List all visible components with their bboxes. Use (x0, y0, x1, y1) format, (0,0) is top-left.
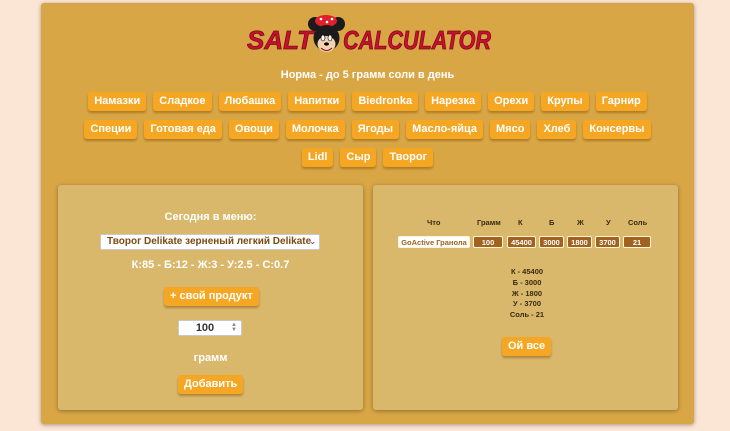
product-select-value: Творог Delikate зерненый легкий Delikate (107, 236, 312, 247)
row-fat: 1800 (567, 236, 592, 248)
header-salt: Соль (628, 218, 648, 227)
header-protein: Б (549, 218, 555, 227)
summary-panel: Что Грамм К Б Ж У Соль GoActive Гранола … (373, 185, 678, 410)
category-button-lyubashka[interactable]: Любашка (218, 92, 282, 111)
total-protein: Б - 3000 (512, 277, 542, 287)
logo-text-calculator: CALCULATOR (343, 25, 491, 55)
chevron-down-icon: ⌄ (309, 237, 316, 246)
category-button-molochka[interactable]: Молочка (285, 120, 345, 139)
category-button-konservy[interactable]: Консервы (583, 120, 651, 139)
row-kcal: 45400 (507, 236, 536, 248)
salt-norm-text: Норма - до 5 грамм соли в день (280, 69, 455, 81)
category-buttons: Намазки Сладкое Любашка Напитки Biedronk… (69, 92, 666, 176)
header-gram: Грамм (477, 218, 501, 227)
totals-list: К - 45400 Б - 3000 Ж - 1800 У - 3700 Сол… (497, 267, 557, 321)
category-button-krupy[interactable]: Крупы (541, 92, 589, 111)
total-carbs: У - 3700 (512, 299, 541, 309)
row-salt: 21 (623, 236, 651, 248)
add-own-product-button[interactable]: + свой продукт (164, 287, 259, 306)
logo-text-salt: SALT (247, 25, 315, 55)
category-row: Специи Готовая еда Овощи Молочка Ягоды М… (69, 120, 666, 139)
row-protein: 3000 (539, 236, 564, 248)
category-button-maslo-yaica[interactable]: Масло-яйца (406, 120, 484, 139)
category-button-lidl[interactable]: Lidl (301, 148, 334, 167)
category-button-biedronka[interactable]: Biedronka (352, 92, 419, 111)
category-button-ovoshchi[interactable]: Овощи (228, 120, 279, 139)
today-menu-label: Сегодня в меню: (164, 211, 257, 223)
category-button-myaso[interactable]: Мясо (490, 120, 531, 139)
header-fat: Ж (577, 218, 584, 227)
header-carbs: У (606, 218, 611, 227)
unit-label: грамм (193, 352, 228, 364)
category-button-namazki[interactable]: Намазки (88, 92, 147, 111)
category-button-narezka[interactable]: Нарезка (425, 92, 482, 111)
category-button-orehi[interactable]: Орехи (488, 92, 535, 111)
category-button-hleb[interactable]: Хлеб (537, 120, 577, 139)
category-button-specii[interactable]: Специи (84, 120, 138, 139)
row-gram: 100 (473, 236, 503, 248)
category-button-gotovaya-eda[interactable]: Готовая еда (144, 120, 222, 139)
menu-panel: Сегодня в меню: Творог Delikate зерненый… (58, 185, 363, 410)
total-fat: Ж - 1800 (511, 288, 543, 298)
total-kcal: К - 45400 (510, 267, 544, 276)
header-what: Что (427, 218, 441, 227)
row-product-name: GoActive Гранола (398, 236, 470, 248)
category-button-garnir[interactable]: Гарнир (595, 92, 647, 111)
oy-vse-button[interactable]: Ой все (502, 337, 552, 356)
category-button-tvorog[interactable]: Творог (383, 148, 434, 167)
category-button-sladkoe[interactable]: Сладкое (153, 92, 212, 111)
row-carbs: 3700 (595, 236, 620, 248)
category-row: Lidl Сыр Творог (69, 148, 666, 167)
spinner-arrows-icon[interactable]: ▲ ▼ (231, 322, 239, 333)
quantity-input[interactable]: 100 ▲ ▼ (178, 320, 242, 336)
quantity-value: 100 (195, 322, 215, 334)
salt-calculator-logo: SALT CALCULATOR (247, 15, 492, 55)
mouse-with-polka-dot-bow-icon (308, 15, 345, 52)
category-row: Намазки Сладкое Любашка Напитки Biedronk… (69, 92, 666, 111)
add-button[interactable]: Добавить (178, 375, 244, 394)
category-button-napitki[interactable]: Напитки (288, 92, 346, 111)
app-container: SALT CALCULATOR Норма - до 5 грамм соли … (41, 3, 694, 424)
total-salt: Соль - 21 (509, 310, 545, 320)
product-macros: К:85 - Б:12 - Ж:3 - У:2.5 - С:0.7 (131, 259, 290, 271)
category-button-yagody[interactable]: Ягоды (351, 120, 400, 139)
category-button-syr[interactable]: Сыр (340, 148, 377, 167)
header-kcal: К (518, 218, 523, 227)
product-select[interactable]: Творог Delikate зерненый легкий Delikate… (100, 234, 320, 250)
